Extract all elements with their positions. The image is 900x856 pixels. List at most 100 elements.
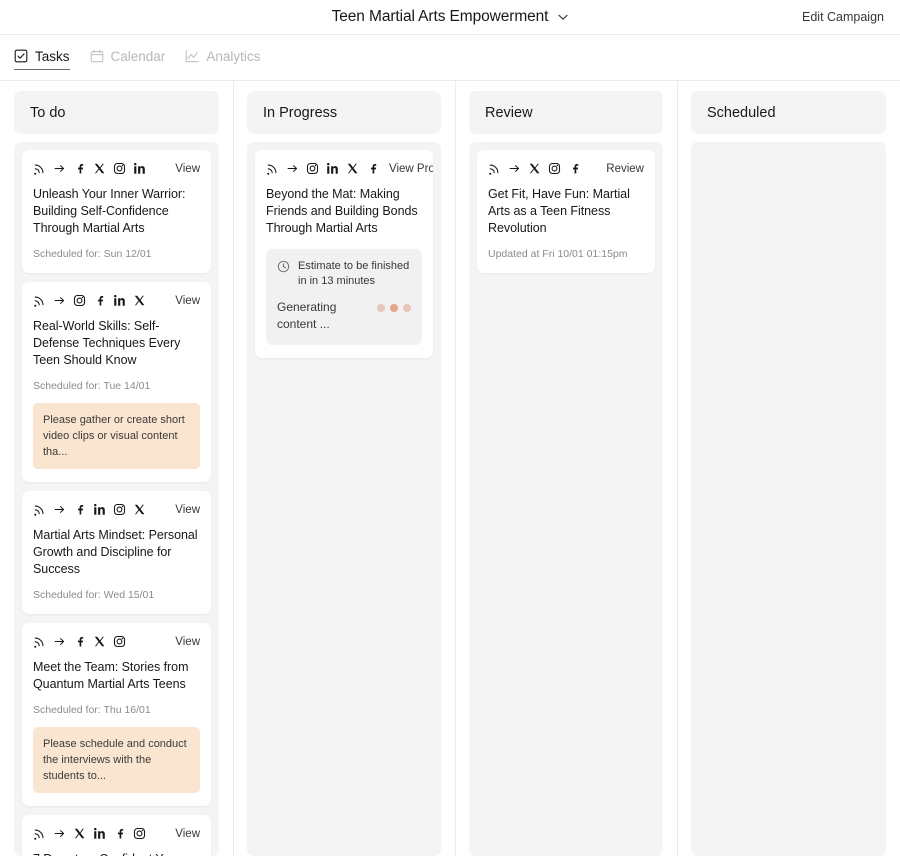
instagram-icon bbox=[548, 162, 561, 175]
linkedin-icon bbox=[133, 162, 146, 175]
card-schedule-meta: Scheduled for: Thu 16/01 bbox=[33, 704, 151, 716]
card-header: Review bbox=[488, 162, 644, 175]
rss-icon bbox=[33, 503, 46, 516]
card-note: Please gather or create short video clip… bbox=[33, 403, 200, 469]
task-card[interactable]: View 7 Days to a Confident You: Your Mar… bbox=[22, 815, 211, 856]
card-title: 7 Days to a Confident You: Your Martial … bbox=[33, 851, 200, 856]
linkedin-icon bbox=[326, 162, 339, 175]
card-action-button[interactable]: View bbox=[165, 828, 200, 840]
card-action-button[interactable]: View bbox=[165, 504, 200, 516]
instagram-icon bbox=[73, 294, 86, 307]
column-header-scheduled: Scheduled bbox=[691, 91, 886, 134]
instagram-icon bbox=[306, 162, 319, 175]
card-header: View bbox=[33, 162, 200, 175]
arrow-right-icon bbox=[53, 635, 66, 648]
instagram-icon bbox=[113, 635, 126, 648]
loading-dot bbox=[377, 304, 385, 312]
facebook-icon bbox=[93, 294, 106, 307]
arrow-right-icon bbox=[53, 294, 66, 307]
channel-icons bbox=[33, 294, 146, 307]
card-header: View bbox=[33, 294, 200, 307]
tab-analytics[interactable]: Analytics bbox=[185, 49, 260, 67]
x-twitter-icon bbox=[133, 294, 146, 307]
edit-campaign-button[interactable]: Edit Campaign bbox=[802, 10, 884, 24]
calendar-icon bbox=[90, 49, 104, 63]
task-card[interactable]: View Unleash Your Inner Warrior: Buildin… bbox=[22, 150, 211, 273]
tab-analytics-label: Analytics bbox=[206, 48, 261, 64]
x-twitter-icon bbox=[93, 635, 106, 648]
tab-calendar-label: Calendar bbox=[110, 48, 166, 64]
card-action-button[interactable]: View bbox=[165, 295, 200, 307]
x-twitter-icon bbox=[93, 162, 106, 175]
card-header: View Progress bbox=[266, 162, 433, 175]
task-card[interactable]: View Martial Arts Mindset: Personal Grow… bbox=[22, 491, 211, 614]
rss-icon bbox=[266, 162, 279, 175]
arrow-right-icon bbox=[508, 162, 521, 175]
column-dropzone-scheduled[interactable] bbox=[691, 142, 886, 856]
card-action-button[interactable]: View Progress bbox=[379, 163, 433, 175]
checkbox-check-icon bbox=[14, 49, 28, 63]
card-title: Beyond the Mat: Making Friends and Build… bbox=[266, 187, 418, 235]
page-title: Teen Martial Arts Empowerment bbox=[331, 8, 549, 25]
rss-icon bbox=[33, 162, 46, 175]
board-column-in-progress: In Progress View Progress Beyond the Mat… bbox=[233, 81, 455, 856]
loading-dot bbox=[403, 304, 411, 312]
card-schedule-meta: Scheduled for: Sun 12/01 bbox=[33, 248, 152, 260]
card-action-button[interactable]: Review bbox=[596, 163, 644, 175]
facebook-icon bbox=[113, 827, 126, 840]
tab-tasks[interactable]: Tasks bbox=[14, 48, 70, 70]
facebook-icon bbox=[568, 162, 581, 175]
estimate-row: Estimate to be finished in in 13 minutes bbox=[277, 259, 411, 289]
card-title: Meet the Team: Stories from Quantum Mart… bbox=[33, 660, 189, 691]
column-dropzone-todo[interactable]: View Unleash Your Inner Warrior: Buildin… bbox=[14, 142, 219, 856]
facebook-icon bbox=[73, 162, 86, 175]
instagram-icon bbox=[113, 503, 126, 516]
tab-calendar[interactable]: Calendar bbox=[90, 48, 166, 67]
column-header-review: Review bbox=[469, 91, 663, 134]
task-card[interactable]: Review Get Fit, Have Fun: Martial Arts a… bbox=[477, 150, 655, 273]
clock-icon bbox=[277, 260, 290, 278]
card-title: Unleash Your Inner Warrior: Building Sel… bbox=[33, 187, 186, 235]
task-card[interactable]: View Progress Beyond the Mat: Making Fri… bbox=[255, 150, 433, 358]
status-row: Generating content ... bbox=[277, 299, 411, 333]
arrow-right-icon bbox=[53, 503, 66, 516]
channel-icons bbox=[33, 503, 146, 516]
column-header-todo: To do bbox=[14, 91, 219, 134]
estimate-text: Estimate to be finished in in 13 minutes bbox=[298, 260, 410, 287]
card-title: Real-World Skills: Self-Defense Techniqu… bbox=[33, 319, 181, 367]
task-card[interactable]: View Real-World Skills: Self-Defense Tec… bbox=[22, 282, 211, 482]
loading-dots-indicator bbox=[377, 304, 411, 312]
card-title: Martial Arts Mindset: Personal Growth an… bbox=[33, 528, 198, 576]
card-action-button[interactable]: View bbox=[165, 163, 200, 175]
line-chart-icon bbox=[185, 49, 199, 63]
task-card[interactable]: View Meet the Team: Stories from Quantum… bbox=[22, 623, 211, 806]
arrow-right-icon bbox=[286, 162, 299, 175]
card-note: Please schedule and conduct the intervie… bbox=[33, 727, 200, 793]
card-updated-meta: Updated at Fri 10/01 01:15pm bbox=[488, 248, 628, 260]
x-twitter-icon bbox=[73, 827, 86, 840]
channel-icons bbox=[33, 162, 146, 175]
column-header-in-progress: In Progress bbox=[247, 91, 441, 134]
top-header-bar: Teen Martial Arts Empowerment Edit Campa… bbox=[0, 0, 900, 35]
board-column-todo: To do View Unleash Your Inner Warrior: B… bbox=[0, 81, 233, 856]
card-header: View bbox=[33, 827, 200, 840]
tab-tasks-label: Tasks bbox=[35, 48, 70, 64]
card-action-button[interactable]: View bbox=[165, 636, 200, 648]
channel-icons bbox=[266, 162, 379, 175]
linkedin-icon bbox=[93, 503, 106, 516]
column-dropzone-review[interactable]: Review Get Fit, Have Fun: Martial Arts a… bbox=[469, 142, 663, 856]
card-schedule-meta: Scheduled for: Tue 14/01 bbox=[33, 380, 151, 392]
facebook-icon bbox=[73, 635, 86, 648]
card-schedule-meta: Scheduled for: Wed 15/01 bbox=[33, 589, 155, 601]
card-header: View bbox=[33, 503, 200, 516]
rss-icon bbox=[33, 294, 46, 307]
loading-dot bbox=[390, 304, 398, 312]
campaign-title-dropdown[interactable]: Teen Martial Arts Empowerment bbox=[332, 8, 569, 26]
board-column-scheduled: Scheduled bbox=[677, 81, 900, 856]
column-dropzone-in-progress[interactable]: View Progress Beyond the Mat: Making Fri… bbox=[247, 142, 441, 856]
channel-icons bbox=[488, 162, 581, 175]
board-column-review: Review Review Get Fit, Have Fun: Martial… bbox=[455, 81, 677, 856]
chevron-down-icon[interactable] bbox=[557, 11, 568, 22]
rss-icon bbox=[33, 827, 46, 840]
x-twitter-icon bbox=[346, 162, 359, 175]
